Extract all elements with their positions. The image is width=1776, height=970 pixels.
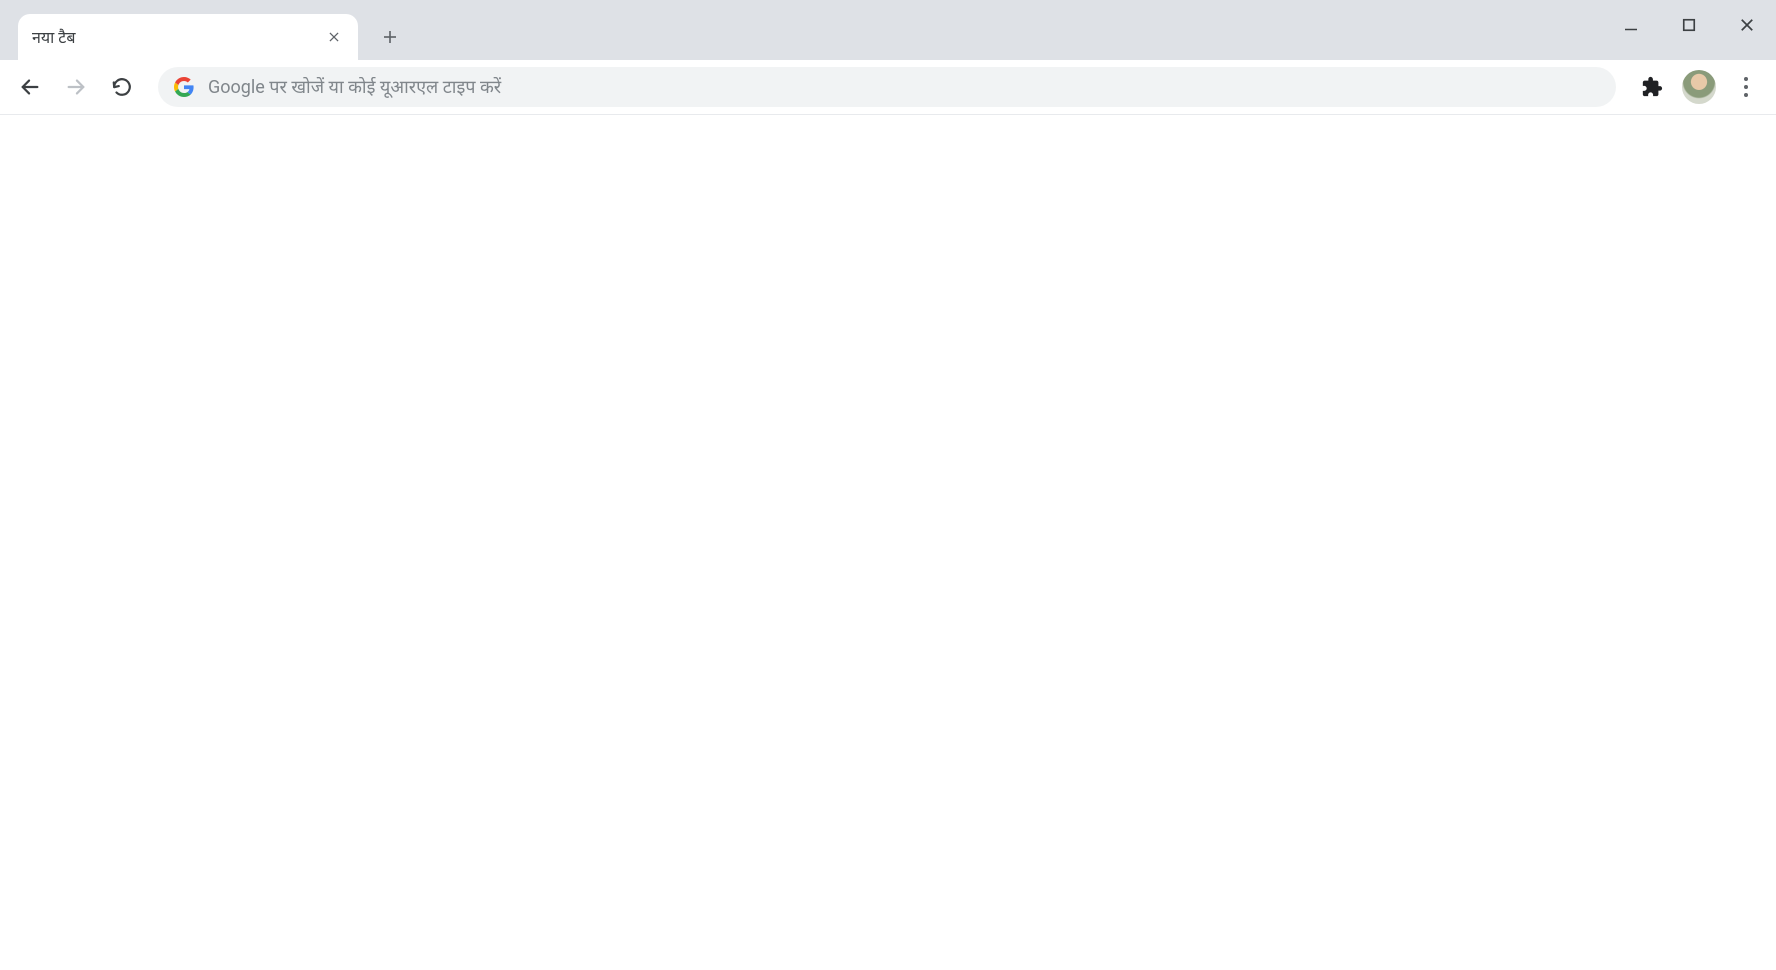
- plus-icon: [381, 28, 399, 46]
- menu-button[interactable]: [1726, 67, 1766, 107]
- extensions-icon: [1641, 76, 1663, 98]
- reload-button[interactable]: [102, 67, 142, 107]
- close-icon: [327, 30, 341, 44]
- browser-tab[interactable]: नया टैब: [18, 14, 358, 60]
- new-tab-button[interactable]: [372, 19, 408, 55]
- tab-title: नया टैब: [32, 26, 324, 48]
- maximize-icon: [1680, 16, 1698, 34]
- close-window-button[interactable]: [1718, 0, 1776, 50]
- toolbar: [0, 60, 1776, 115]
- close-icon: [1738, 16, 1756, 34]
- more-vertical-icon: [1744, 77, 1748, 97]
- close-tab-button[interactable]: [324, 27, 344, 47]
- extensions-button[interactable]: [1632, 67, 1672, 107]
- maximize-button[interactable]: [1660, 0, 1718, 50]
- window-controls: [1602, 0, 1776, 50]
- minimize-button[interactable]: [1602, 0, 1660, 50]
- address-bar[interactable]: [158, 67, 1616, 107]
- back-button[interactable]: [10, 67, 50, 107]
- arrow-right-icon: [65, 76, 87, 98]
- google-icon: [174, 77, 194, 97]
- address-input[interactable]: [208, 77, 1600, 98]
- reload-icon: [111, 76, 133, 98]
- minimize-icon: [1622, 16, 1640, 34]
- profile-avatar[interactable]: [1682, 70, 1716, 104]
- arrow-left-icon: [19, 76, 41, 98]
- tab-strip: नया टैब: [0, 0, 1776, 60]
- forward-button[interactable]: [56, 67, 96, 107]
